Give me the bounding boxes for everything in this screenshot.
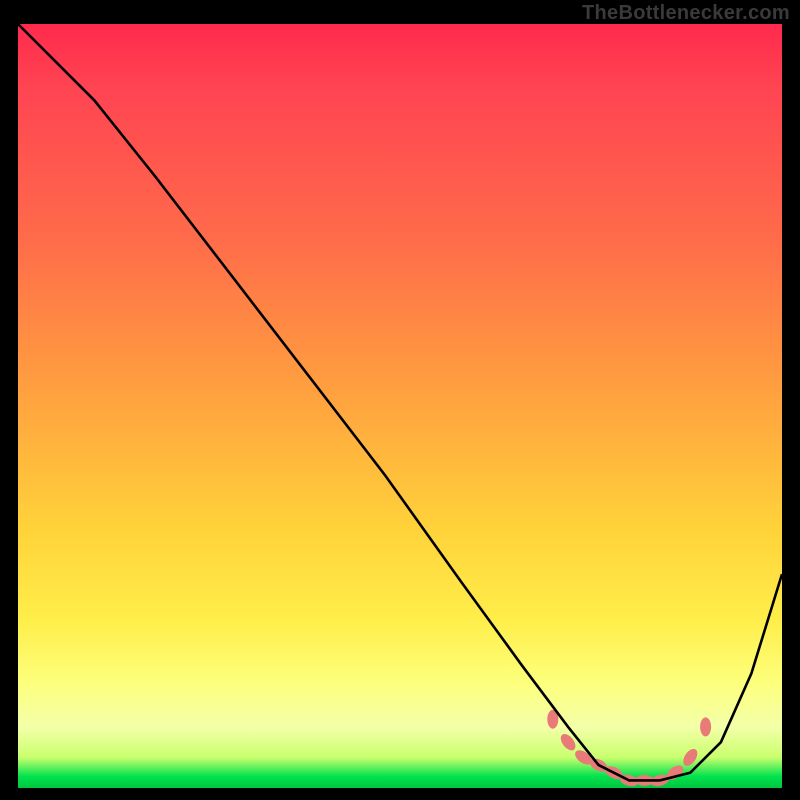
watermark-text: TheBottlenecker.com xyxy=(582,2,790,25)
bottleneck-curve xyxy=(18,24,782,780)
chart-stage: TheBottlenecker.com xyxy=(0,0,800,800)
marker-dots xyxy=(547,710,711,788)
marker-dot xyxy=(700,717,711,736)
chart-overlay xyxy=(18,24,782,788)
